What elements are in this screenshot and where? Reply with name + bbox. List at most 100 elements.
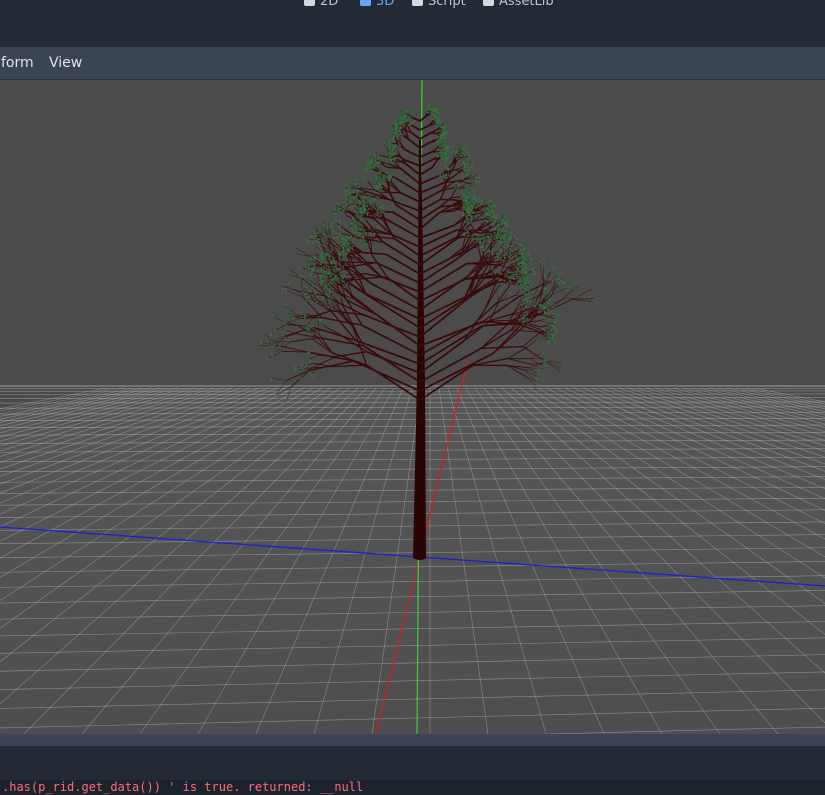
tree-leaf [561,369,563,372]
tree-leaf [444,162,446,164]
tree-leaf [357,207,360,210]
tree-leaf [329,287,331,290]
tree-leaf [501,282,504,285]
tree-leaf [308,280,311,283]
tree-leaf [424,111,426,113]
tree-leaf [309,373,312,376]
tab-assetlib[interactable]: AssetLib [483,0,554,9]
tree-leaf [307,348,310,350]
tree-leaf [439,124,441,126]
tree-leaf [464,228,467,231]
tree-leaf [354,235,356,238]
tree-leaf [434,127,437,129]
transform-menu-button[interactable]: form [1,55,34,71]
view-menu-button[interactable]: View [49,55,82,71]
tree-leaf [340,224,342,227]
tree-leaf [317,281,319,284]
tab-2d[interactable]: 2D [304,0,338,9]
tree-leaf [386,172,388,174]
tree-leaf [337,279,339,281]
tree-leaf [484,210,486,212]
tree-leaf [486,197,488,200]
tree-leaf [440,127,443,129]
tab-script[interactable]: Script [412,0,466,9]
tree-leaf [323,224,326,227]
tree-leaf [343,273,346,276]
tree-leaf [470,199,473,201]
tree-leaf [458,153,461,156]
tree-leaf [463,208,466,211]
tree-leaf [508,295,510,298]
tree-leaf [493,200,496,203]
tree-leaf [469,204,471,207]
tree-leaf [338,253,340,256]
tree-leaf [371,168,374,170]
tree-leaf [489,216,492,218]
3d-viewport[interactable] [0,80,825,734]
tree-leaf [353,204,356,206]
tree-leaf [321,285,323,287]
tree-leaf [309,256,311,259]
tree-leaf [299,275,301,278]
tree-leaf [394,131,397,134]
tree-leaf [442,168,445,170]
tree-leaf [540,310,543,313]
tree-leaf [333,230,335,233]
tree-leaf [542,262,545,264]
tree-leaf [353,222,356,224]
tree-leaf [390,151,392,153]
tree-leaf [550,321,552,323]
tree-leaf [525,287,527,290]
tree-leaf [444,155,446,158]
tree-leaf [280,348,282,351]
tree-leaf [467,171,470,174]
tree-leaf [504,215,506,218]
tree-leaf [538,288,540,290]
tree-leaf [496,236,498,239]
tree-leaf [510,281,512,284]
tree-leaf [488,237,490,240]
tree-leaf [542,305,545,308]
tree-leaf [548,269,551,272]
tree-leaf [356,227,358,229]
tree-leaf [544,360,547,362]
tree-leaf [334,242,336,245]
tree-leaf [556,334,558,336]
tree-leaf [393,127,395,130]
tree-leaf [543,309,545,311]
tree-leaf [439,144,442,147]
tree-leaf [446,149,449,152]
tree-leaf [449,150,452,153]
tree-leaf [519,253,522,255]
tree-leaf [539,373,541,375]
tree-leaf [285,320,288,323]
tree-leaf [378,209,381,211]
tree-leaf [378,183,381,185]
tree-leaf [343,286,346,288]
tree-leaf [386,146,389,149]
tree-leaf [332,207,335,210]
tree-leaf [557,329,559,332]
tree-leaf [339,226,341,228]
tree-leaf [454,155,457,158]
tree-leaf [319,282,321,284]
tree-leaf [331,279,334,281]
tree-leaf [559,371,562,374]
tree-leaf [491,253,494,256]
tree-leaf [304,269,306,271]
tree-leaf [358,222,361,225]
tree-leaf [345,253,348,256]
tree-leaf [355,196,358,198]
tree-leaf [515,235,518,238]
tree-leaf [301,266,304,269]
tree-leaf [404,119,406,122]
tree-leaf [374,161,377,163]
tab-3d[interactable]: 3D [360,0,394,9]
tree-leaf [504,230,507,232]
tree-leaf [469,155,471,157]
tree-leaf [550,339,552,342]
tree-leaf [281,282,284,285]
tree-leaf [445,173,448,176]
tree-leaf [536,378,539,380]
tree-leaf [319,263,322,265]
